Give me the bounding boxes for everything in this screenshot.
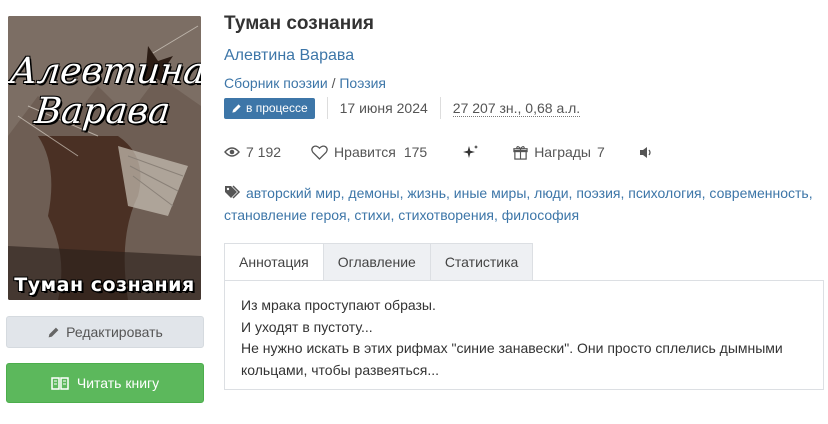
genre-poetry-link[interactable]: Поэзия bbox=[339, 75, 386, 91]
speaker-icon bbox=[639, 146, 651, 158]
gift-icon bbox=[513, 145, 528, 160]
awards-button[interactable]: Награды 7 bbox=[513, 144, 605, 160]
tab-contents[interactable]: Оглавление bbox=[323, 243, 431, 281]
cover-title-text: Туман сознания bbox=[14, 274, 195, 296]
tag-link[interactable]: демоны bbox=[348, 185, 399, 201]
awards-label: Награды bbox=[534, 144, 591, 160]
annotation-line: Не нужно искать в этих рифмах "синие зан… bbox=[241, 340, 783, 356]
likes-count: 175 bbox=[403, 144, 428, 160]
views-stat: 7 192 bbox=[224, 144, 281, 160]
tag-link[interactable]: жизнь bbox=[407, 185, 446, 201]
publish-date: 17 июня 2024 bbox=[339, 100, 428, 116]
read-book-button[interactable]: Читать книгу bbox=[6, 363, 204, 403]
tag-link[interactable]: поэзия bbox=[576, 185, 620, 201]
genre-separator: / bbox=[331, 75, 336, 91]
divider bbox=[439, 97, 441, 119]
tag-link[interactable]: психология bbox=[628, 185, 701, 201]
likes-label: Нравится bbox=[334, 144, 396, 160]
tag-link[interactable]: стихи bbox=[354, 207, 390, 223]
awards-count: 7 bbox=[597, 144, 605, 160]
stats-row: 7 192 Нравится 175 Награды 7 bbox=[224, 142, 653, 162]
status-badge: в процессе bbox=[224, 97, 315, 119]
annotation-line: Из мрака проступают образы. bbox=[241, 297, 436, 313]
tags-icon bbox=[225, 185, 241, 199]
eye-icon bbox=[224, 147, 240, 157]
pencil-icon bbox=[232, 103, 241, 113]
annotation-panel: Из мрака проступают образы. И уходят в п… bbox=[224, 280, 824, 390]
book-cover[interactable]: Алевтина Варава Туман сознания bbox=[8, 16, 201, 300]
genre-collection-link[interactable]: Сборник поэзии bbox=[224, 75, 328, 91]
book-tabs: Аннотация Оглавление Статистика bbox=[224, 243, 534, 281]
genre-breadcrumb: Сборник поэзии / Поэзия bbox=[224, 75, 386, 91]
tag-link[interactable]: люди bbox=[534, 185, 568, 201]
audio-button[interactable] bbox=[639, 146, 653, 159]
book-size[interactable]: 27 207 зн., 0,68 а.л. bbox=[452, 100, 581, 117]
tag-link[interactable]: авторский мир bbox=[246, 185, 341, 201]
tag-link[interactable]: становление героя bbox=[224, 207, 347, 223]
tag-separator: , bbox=[446, 185, 454, 201]
read-button-label: Читать книгу bbox=[76, 375, 160, 391]
sparkles-icon bbox=[463, 145, 479, 158]
tag-link[interactable]: иные миры bbox=[454, 185, 527, 201]
tag-list: авторский мир, демоны, жизнь, иные миры,… bbox=[224, 182, 824, 226]
annotation-line: И уходят в пустоту... bbox=[241, 318, 373, 335]
divider bbox=[326, 97, 328, 119]
like-button[interactable]: Нравится 175 bbox=[311, 144, 427, 160]
tab-annotation[interactable]: Аннотация bbox=[224, 243, 324, 281]
edit-button[interactable]: Редактировать bbox=[6, 316, 204, 348]
tag-separator: , bbox=[526, 185, 535, 201]
status-label: в процессе bbox=[246, 101, 308, 115]
annotation-line: кольцами, чтобы развеяться... bbox=[241, 361, 439, 378]
tag-link[interactable]: стихотворения bbox=[398, 207, 494, 223]
tag-link[interactable]: философия bbox=[502, 207, 579, 223]
tab-statistics[interactable]: Статистика bbox=[430, 243, 534, 281]
heart-icon bbox=[311, 144, 328, 160]
tag-separator: , bbox=[808, 185, 813, 201]
views-count: 7 192 bbox=[246, 144, 282, 160]
edit-button-label: Редактировать bbox=[66, 324, 163, 340]
open-book-icon bbox=[51, 377, 69, 390]
author-link[interactable]: Алевтина Варава bbox=[224, 47, 354, 65]
tag-separator: , bbox=[493, 207, 502, 223]
book-title: Туман сознания bbox=[224, 13, 374, 34]
cover-author-text: Алевтина Варава bbox=[8, 51, 201, 132]
sparkle-button[interactable] bbox=[463, 144, 479, 160]
book-meta-row: в процессе 17 июня 2024 27 207 зн., 0,68… bbox=[224, 97, 581, 119]
pencil-icon bbox=[48, 327, 59, 337]
tag-link[interactable]: современность bbox=[709, 185, 808, 201]
